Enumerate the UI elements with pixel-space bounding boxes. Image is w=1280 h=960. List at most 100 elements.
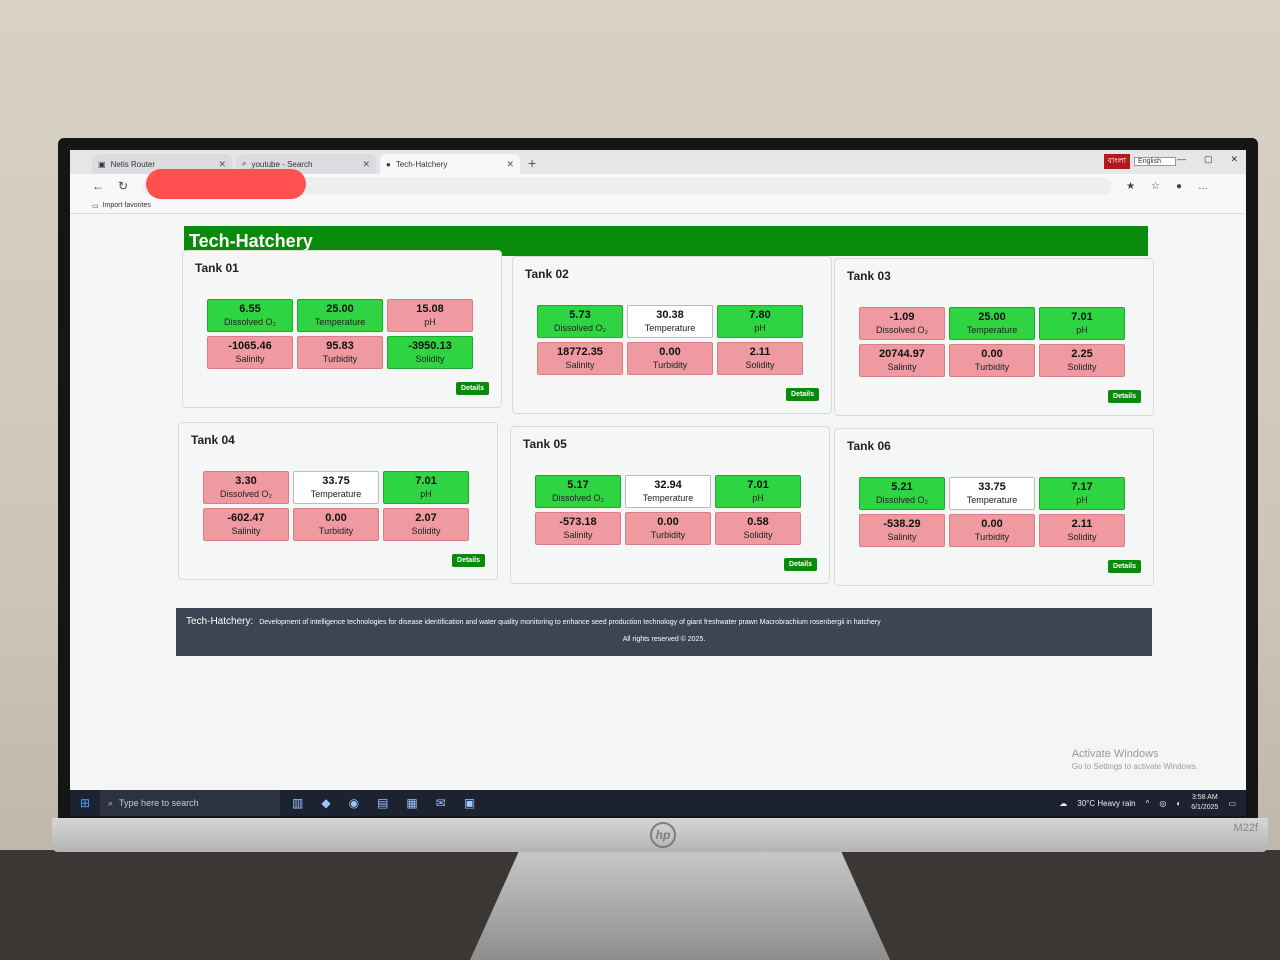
- metric-salinity: 18772.35 Salinity: [537, 342, 623, 375]
- page-content: Tech-Hatchery Tank 01 6.55 Dissolved O₂ 25.…: [70, 214, 1246, 771]
- outlook-icon[interactable]: ✉: [436, 796, 446, 810]
- ime-tray: বাংলা English: [1103, 154, 1176, 169]
- page-icon: ▣: [98, 159, 106, 169]
- globe-icon: ●: [386, 159, 391, 169]
- metric-temperature: 33.75 Temperature: [293, 471, 379, 504]
- folder-icon: ▭: [92, 202, 99, 210]
- maximize-icon[interactable]: ▢: [1204, 154, 1213, 165]
- metric-value: 18772.35: [557, 346, 603, 358]
- metric-label: Turbidity: [974, 362, 1010, 372]
- metric-solidity: 2.07 Solidity: [383, 508, 469, 541]
- metric-value: -3950.13: [408, 340, 452, 352]
- metric-value: 2.07: [415, 512, 437, 524]
- metric-grid: 6.55 Dissolved O₂ 25.00 Temperature 15.08 pH -…: [207, 299, 473, 369]
- metric-dissolved-o2: -1.09 Dissolved O₂: [859, 307, 945, 340]
- store-icon[interactable]: ▦: [406, 796, 417, 810]
- copilot-icon[interactable]: ◆: [321, 796, 330, 810]
- close-window-icon[interactable]: ✕: [1230, 154, 1238, 165]
- volume-icon[interactable]: ◐: [1176, 799, 1181, 808]
- close-icon[interactable]: ✕: [218, 159, 226, 170]
- new-tab-button[interactable]: +: [528, 154, 536, 174]
- details-button[interactable]: Details: [1108, 390, 1141, 403]
- import-favorites-link[interactable]: Import favorites: [103, 202, 151, 209]
- url-input[interactable]: [142, 169, 1113, 199]
- chevron-up-icon[interactable]: ^: [1146, 799, 1150, 808]
- metric-label: Temperature: [310, 489, 362, 499]
- metric-label: Solidity: [743, 530, 773, 540]
- redaction-mark: [146, 169, 307, 199]
- footer-brand: Tech-Hatchery:: [186, 616, 254, 627]
- weather-text[interactable]: 30°C Heavy rain: [1077, 799, 1135, 808]
- app-icon[interactable]: ▣: [464, 796, 475, 810]
- tank-card-tank-05: Tank 05 5.17 Dissolved O₂ 32.94 Temperature 7…: [510, 426, 830, 584]
- profile-icon[interactable]: ●: [1176, 181, 1182, 192]
- metric-label: Salinity: [565, 360, 595, 370]
- search-icon: ⌕: [108, 797, 114, 808]
- metric-value: 5.73: [569, 309, 591, 321]
- notifications-icon[interactable]: ▭: [1228, 799, 1236, 808]
- metric-label: Temperature: [642, 493, 694, 503]
- tank-title: Tank 03: [847, 269, 891, 283]
- more-icon[interactable]: …: [1198, 181, 1208, 192]
- language-select[interactable]: English: [1134, 157, 1176, 166]
- metric-label: Salinity: [231, 526, 261, 536]
- ime-indicator[interactable]: বাংলা: [1103, 154, 1131, 169]
- taskbar-search[interactable]: ⌕ Type here to search: [100, 790, 280, 816]
- metric-dissolved-o2: 5.21 Dissolved O₂: [859, 477, 945, 510]
- details-button[interactable]: Details: [1108, 560, 1141, 573]
- metric-grid: 5.21 Dissolved O₂ 33.75 Temperature 7.17 pH -5…: [859, 477, 1125, 547]
- details-button[interactable]: Details: [452, 554, 485, 567]
- details-button[interactable]: Details: [784, 558, 817, 571]
- metric-label: pH: [752, 493, 764, 503]
- tank-card-tank-01: Tank 01 6.55 Dissolved O₂ 25.00 Temperature 1…: [182, 250, 502, 408]
- metric-dissolved-o2: 6.55 Dissolved O₂: [207, 299, 293, 332]
- metric-temperature: 30.38 Temperature: [627, 305, 713, 338]
- search-icon: ⌕: [242, 159, 247, 168]
- back-icon[interactable]: ←: [92, 179, 104, 193]
- metric-salinity: -602.47 Salinity: [203, 508, 289, 541]
- metric-dissolved-o2: 5.73 Dissolved O₂: [537, 305, 623, 338]
- site-footer: Tech-Hatchery: Development of intelligen…: [176, 608, 1152, 656]
- favorites-icon[interactable]: ☆: [1151, 181, 1160, 192]
- metric-solidity: -3950.13 Solidity: [387, 336, 473, 369]
- metric-temperature: 25.00 Temperature: [297, 299, 383, 332]
- windows-start-icon[interactable]: ⊞: [70, 796, 100, 810]
- metric-label: pH: [420, 489, 432, 499]
- metric-value: -573.18: [559, 516, 597, 528]
- metric-label: Turbidity: [652, 360, 688, 370]
- metric-temperature: 25.00 Temperature: [949, 307, 1035, 340]
- metric-ph: 7.80 pH: [717, 305, 803, 338]
- minimize-icon[interactable]: —: [1177, 154, 1186, 165]
- tank-card-tank-03: Tank 03 -1.09 Dissolved O₂ 25.00 Temperature…: [834, 258, 1154, 416]
- task-view-icon[interactable]: ▥: [292, 796, 303, 810]
- network-icon[interactable]: ◎: [1159, 799, 1166, 808]
- screen: ▣ Netis Router ✕ ⌕ youtube - Search ✕ ● …: [70, 150, 1246, 816]
- file-explorer-icon[interactable]: ▤: [377, 796, 388, 810]
- star-icon[interactable]: ★: [1126, 181, 1135, 192]
- activate-windows-watermark: Activate Windows Go to Settings to activ…: [1072, 748, 1198, 771]
- refresh-icon[interactable]: ↻: [118, 179, 128, 193]
- metric-solidity: 2.11 Solidity: [717, 342, 803, 375]
- tab-tech-hatchery[interactable]: ● Tech-Hatchery ✕: [380, 154, 520, 174]
- details-button[interactable]: Details: [456, 382, 489, 395]
- details-button[interactable]: Details: [786, 388, 819, 401]
- metric-turbidity: 0.00 Turbidity: [293, 508, 379, 541]
- metric-label: Dissolved O₂: [223, 317, 276, 327]
- metric-value: -1.09: [889, 311, 915, 323]
- close-icon[interactable]: ✕: [506, 159, 514, 170]
- activate-subtitle: Go to Settings to activate Windows.: [1071, 762, 1198, 771]
- clock-time: 3:58 AM: [1191, 794, 1218, 801]
- metric-value: 30.38: [656, 309, 684, 321]
- edge-icon[interactable]: ◉: [349, 796, 359, 810]
- monitor-model: M22f: [1233, 822, 1258, 834]
- metric-label: Dissolved O₂: [219, 489, 272, 499]
- metric-value: 0.00: [981, 348, 1003, 360]
- metric-label: Dissolved O₂: [875, 495, 928, 505]
- tank-card-tank-04: Tank 04 3.30 Dissolved O₂ 33.75 Temperature 7…: [178, 422, 498, 580]
- metric-grid: 5.73 Dissolved O₂ 30.38 Temperature 7.80 pH 18…: [537, 305, 803, 375]
- monitor-stand: [470, 848, 890, 960]
- metric-label: Turbidity: [318, 526, 354, 536]
- metric-turbidity: 0.00 Turbidity: [949, 344, 1035, 377]
- close-icon[interactable]: ✕: [362, 159, 370, 170]
- clock[interactable]: 3:58 AM 6/1/2025: [1191, 793, 1218, 813]
